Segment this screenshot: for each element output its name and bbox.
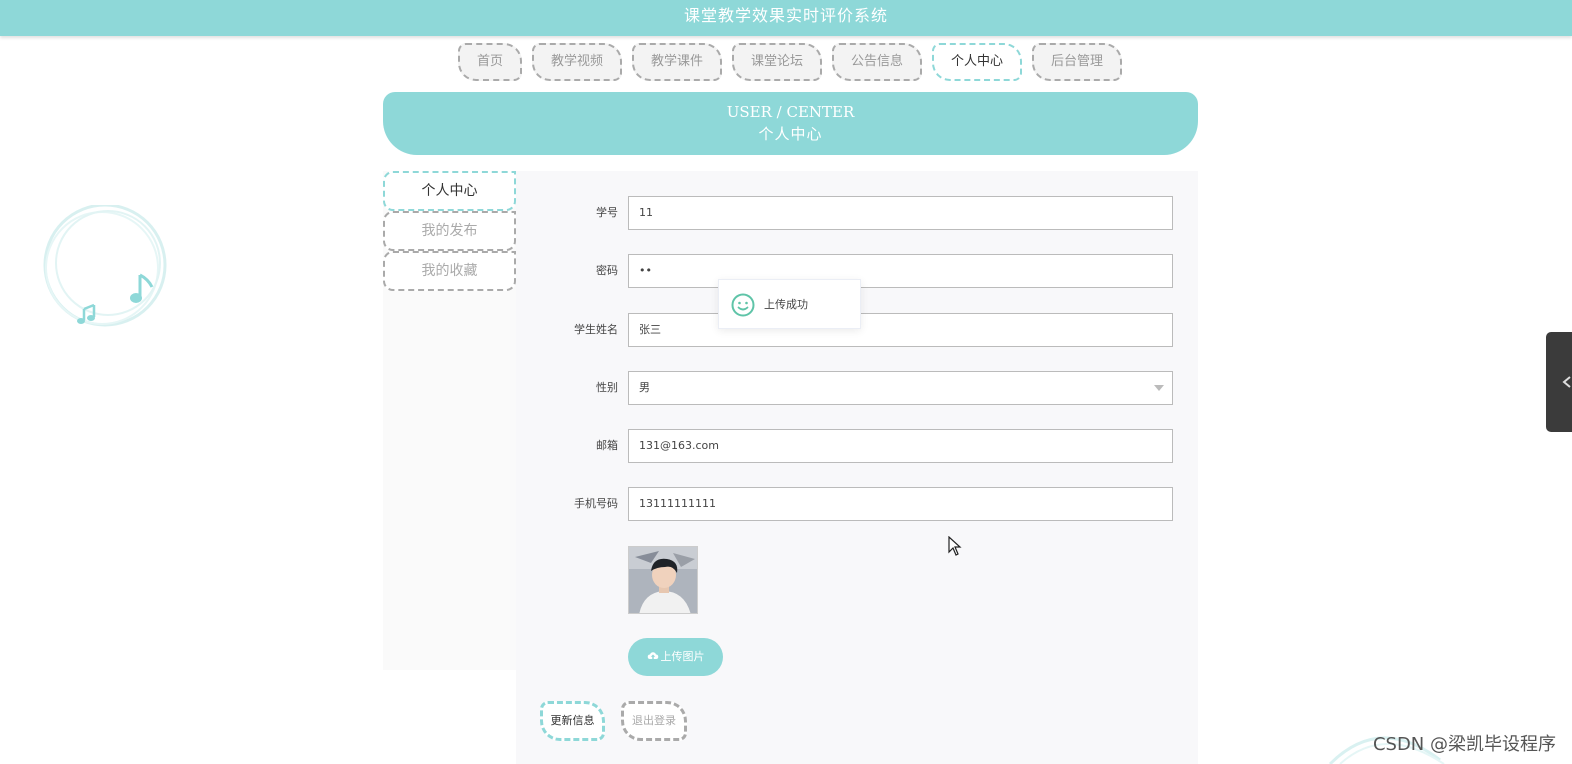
sidebar-item-my-posts[interactable]: 我的发布 xyxy=(383,211,516,251)
student-id-input[interactable]: 11 xyxy=(628,196,1173,230)
sidebar-item-personal-center[interactable]: 个人中心 xyxy=(383,171,516,211)
gender-selected-value: 男 xyxy=(639,381,650,394)
mouse-cursor-icon xyxy=(948,536,962,556)
page-banner: USER / CENTER 个人中心 xyxy=(383,92,1198,155)
phone-label: 手机号码 xyxy=(574,497,618,510)
phone-input[interactable]: 13111111111 xyxy=(628,487,1173,521)
success-toast: 上传成功 xyxy=(718,279,861,329)
music-decoration-icon xyxy=(43,205,167,327)
form-row-gender: 性别 男 xyxy=(516,371,1198,405)
gender-select[interactable]: 男 xyxy=(628,371,1173,405)
form-row-phone: 手机号码 13111111111 xyxy=(516,487,1198,521)
banner-title-en: USER / CENTER xyxy=(726,103,855,121)
form-row-student-id: 学号 11 xyxy=(516,196,1198,230)
logout-button[interactable]: 退出登录 xyxy=(621,701,687,741)
side-drawer-toggle[interactable] xyxy=(1546,332,1572,432)
avatar-image xyxy=(629,547,697,613)
sidebar: 个人中心 我的发布 我的收藏 xyxy=(383,171,516,670)
sidebar-item-my-favorites[interactable]: 我的收藏 xyxy=(383,251,516,291)
app-title: 课堂教学效果实时评价系统 xyxy=(683,6,888,25)
nav-tab-home[interactable]: 首页 xyxy=(458,43,522,81)
avatar-preview xyxy=(628,546,698,614)
gender-label: 性别 xyxy=(596,381,618,394)
name-label: 学生姓名 xyxy=(574,323,618,336)
chevron-left-icon xyxy=(1562,376,1571,388)
upload-image-label: 上传图片 xyxy=(660,650,705,663)
nav-tab-personal-center[interactable]: 个人中心 xyxy=(932,43,1022,81)
student-id-label: 学号 xyxy=(596,206,618,219)
name-input[interactable]: 张三 xyxy=(628,313,1173,347)
update-info-button[interactable]: 更新信息 xyxy=(540,701,605,741)
profile-form-panel: 学号 11 密码 •• 学生姓名 张三 性别 男 邮箱 131@163.com … xyxy=(516,171,1198,764)
banner-title-cn: 个人中心 xyxy=(758,125,823,143)
form-row-email: 邮箱 131@163.com xyxy=(516,429,1198,463)
chevron-down-icon xyxy=(1154,385,1164,391)
nav-tab-admin[interactable]: 后台管理 xyxy=(1032,43,1122,81)
nav-tab-announcements[interactable]: 公告信息 xyxy=(832,43,922,81)
email-label: 邮箱 xyxy=(596,439,618,452)
password-label: 密码 xyxy=(596,264,618,277)
nav-tab-courseware[interactable]: 教学课件 xyxy=(632,43,722,81)
nav-tab-teaching-video[interactable]: 教学视频 xyxy=(532,43,622,81)
top-header-bar: 课堂教学效果实时评价系统 xyxy=(0,0,1572,36)
smile-icon xyxy=(731,293,755,317)
watermark-text: CSDN @梁凯毕设程序 xyxy=(1372,734,1556,755)
password-input[interactable]: •• xyxy=(628,254,1173,288)
email-input[interactable]: 131@163.com xyxy=(628,429,1173,463)
nav-tab-forum[interactable]: 课堂论坛 xyxy=(732,43,822,81)
cloud-upload-icon xyxy=(647,652,658,659)
main-nav: 首页 教学视频 教学课件 课堂论坛 公告信息 个人中心 后台管理 xyxy=(458,43,1122,81)
toast-message: 上传成功 xyxy=(764,298,808,311)
upload-image-button[interactable]: 上传图片 xyxy=(628,638,723,676)
